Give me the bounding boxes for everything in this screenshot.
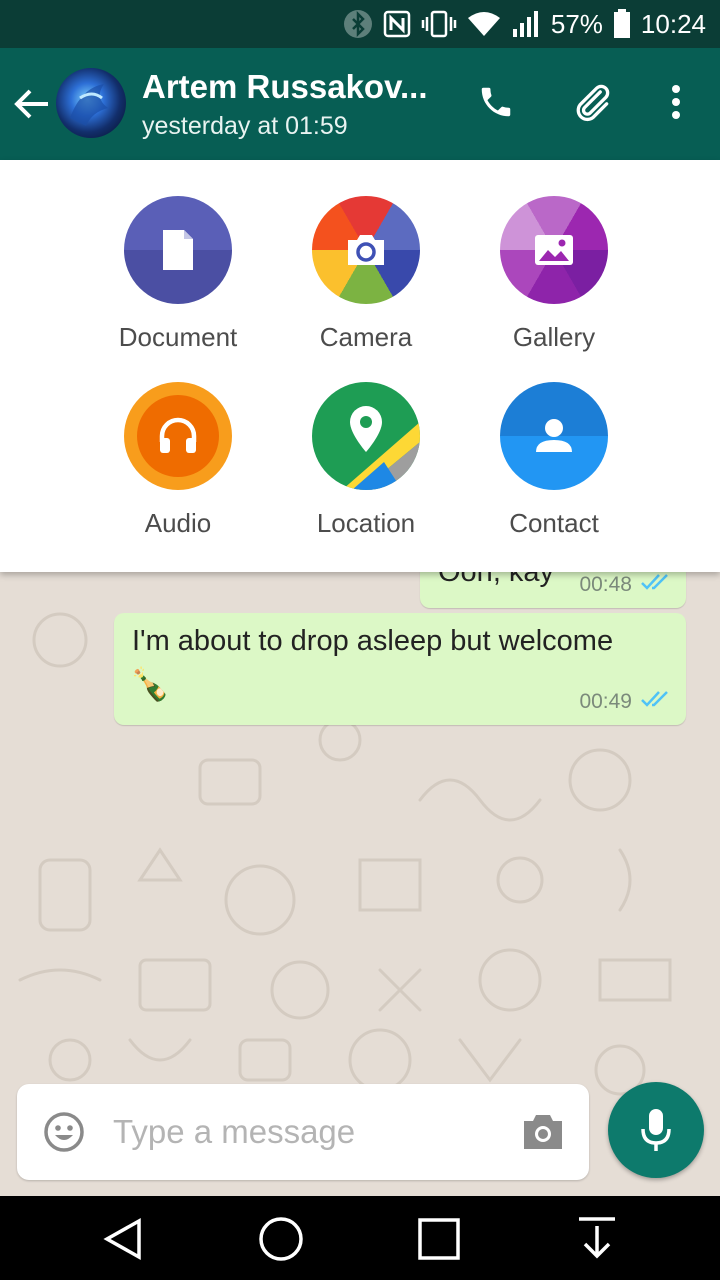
message-meta: 00:48 <box>579 572 672 598</box>
attach-label: Location <box>316 508 416 538</box>
microphone-icon <box>641 1109 671 1151</box>
recents-nav-icon[interactable] <box>414 1214 464 1264</box>
camera-icon <box>312 196 420 304</box>
wifi-icon <box>467 8 501 40</box>
attach-audio-button[interactable]: Audio <box>93 382 263 539</box>
status-bar: 57% 10:24 <box>0 0 720 48</box>
bluetooth-icon <box>343 8 373 40</box>
more-vert-icon[interactable] <box>652 78 700 126</box>
gallery-icon <box>500 196 608 304</box>
document-icon <box>124 196 232 304</box>
message-time: 00:48 <box>579 573 632 596</box>
back-arrow-icon[interactable] <box>12 84 52 124</box>
location-pin-icon <box>312 382 420 490</box>
chat-header: Artem Russakov... yesterday at 01:59 <box>0 48 720 160</box>
paperclip-icon[interactable] <box>568 78 616 126</box>
vibrate-icon <box>421 8 457 40</box>
contact-icon <box>500 382 608 490</box>
emoji-icon[interactable] <box>43 1111 85 1153</box>
phone-icon[interactable] <box>472 78 520 126</box>
signal-icon <box>511 8 541 40</box>
message-input[interactable] <box>113 1110 493 1154</box>
attach-menu: Document Camera Gallery Audio Location C… <box>0 160 720 572</box>
back-nav-icon[interactable] <box>98 1214 148 1264</box>
message-text: I'm about to drop asleep but welcome <box>132 625 614 657</box>
camera-icon[interactable] <box>521 1112 565 1152</box>
headphones-icon <box>124 382 232 490</box>
message-composer <box>17 1084 589 1180</box>
home-nav-icon[interactable] <box>256 1214 306 1264</box>
attach-camera-button[interactable]: Camera <box>281 196 451 353</box>
last-seen: yesterday at 01:59 <box>142 112 348 140</box>
navigation-bar <box>0 1196 720 1280</box>
battery-percent: 57% <box>550 8 603 39</box>
message-meta: 00:49 <box>579 689 672 715</box>
attach-location-button[interactable]: Location <box>281 382 451 539</box>
champagne-emoji: 🍾 <box>130 666 170 702</box>
contact-name[interactable]: Artem Russakov... <box>142 68 428 106</box>
message-time: 00:49 <box>579 690 632 713</box>
battery-icon <box>613 8 631 40</box>
attach-label: Camera <box>319 322 413 352</box>
avatar[interactable] <box>56 68 126 138</box>
notifications-nav-icon[interactable] <box>572 1214 622 1264</box>
read-ticks-icon <box>640 689 672 715</box>
microphone-button[interactable] <box>608 1082 704 1178</box>
attach-label: Gallery <box>512 322 596 352</box>
status-time: 10:24 <box>640 8 706 39</box>
message-bubble-outgoing[interactable]: I'm about to drop asleep but welcome 🍾 0… <box>114 613 686 725</box>
nfc-icon <box>383 8 411 40</box>
read-ticks-icon <box>640 572 672 598</box>
attach-contact-button[interactable]: Contact <box>469 382 639 539</box>
attach-gallery-button[interactable]: Gallery <box>469 196 639 353</box>
attach-label: Document <box>118 322 238 352</box>
attach-document-button[interactable]: Document <box>93 196 263 353</box>
attach-label: Audio <box>144 508 212 538</box>
attach-label: Contact <box>509 508 599 538</box>
